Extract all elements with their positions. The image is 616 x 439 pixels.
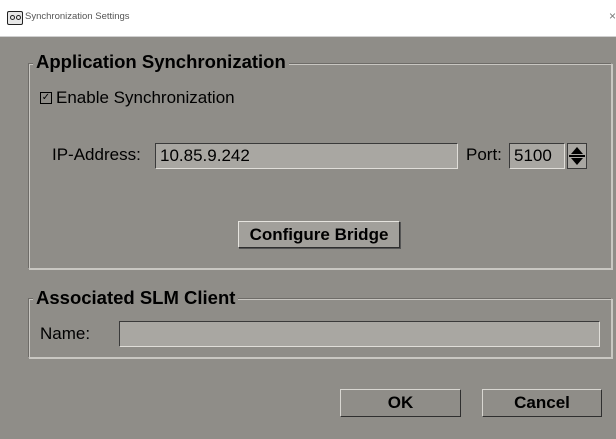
port-label: Port: [466, 145, 502, 164]
port-field[interactable] [509, 143, 565, 169]
ip-address-label: IP-Address: [52, 145, 141, 164]
configure-bridge-button[interactable]: Configure Bridge [238, 221, 400, 248]
port-stepper[interactable] [567, 143, 587, 169]
name-label: Name: [40, 324, 91, 343]
window-title: Synchronization Settings [25, 11, 130, 22]
app-icon [7, 11, 23, 25]
close-icon[interactable]: × [609, 9, 616, 23]
ok-button[interactable]: OK [340, 389, 461, 417]
ip-address-field[interactable] [155, 143, 458, 169]
enable-sync-label: Enable Synchronization [56, 88, 235, 107]
spin-up-icon[interactable] [571, 147, 583, 154]
title-bar: Synchronization Settings × [0, 0, 616, 37]
spin-down-icon[interactable] [571, 158, 583, 165]
spin-divider [569, 155, 585, 157]
cancel-button[interactable]: Cancel [482, 389, 602, 417]
application-sync-title: Application Synchronization [33, 52, 289, 72]
slm-client-title: Associated SLM Client [33, 288, 239, 308]
name-field[interactable] [119, 321, 600, 347]
enable-sync-checkbox[interactable]: ✓ [40, 92, 52, 104]
